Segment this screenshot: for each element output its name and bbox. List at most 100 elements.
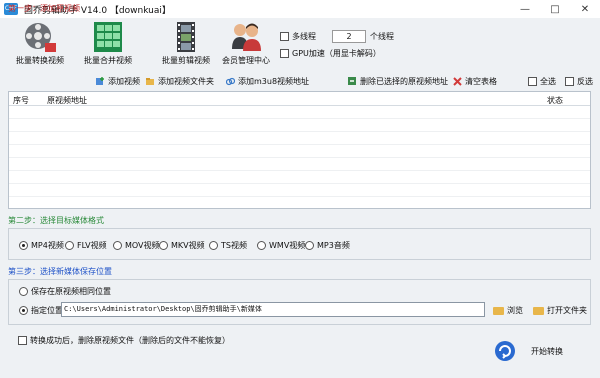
delete-after-label: 转换成功后，删除原视频文件（删除后的文件不能恢复）	[30, 336, 230, 345]
save-path-input[interactable]: C:\Users\Administrator\Desktop\固乔剪辑助手\新媒…	[61, 302, 485, 317]
col-status-header[interactable]: 状态	[547, 95, 563, 106]
minimize-button[interactable]: —	[510, 0, 540, 18]
table-row	[9, 133, 590, 145]
multithread-option[interactable]: 多线程 2 个线程	[280, 30, 394, 43]
format-mkv[interactable]: MKV视频	[159, 240, 205, 251]
format-label: MP3音频	[317, 241, 350, 250]
add-folder-icon	[146, 78, 154, 85]
step1-label: 第一步：添加原视频	[8, 4, 80, 13]
delete-after-option[interactable]: 转换成功后，删除原视频文件（删除后的文件不能恢复）	[18, 335, 230, 346]
table-row	[9, 185, 590, 197]
table-header: 序号 原视频地址 状态	[9, 92, 590, 106]
maximize-button[interactable]: □	[540, 0, 570, 18]
gpu-checkbox[interactable]	[280, 49, 289, 58]
custom-location-label: 指定位置	[31, 306, 63, 315]
grid-merge-icon	[94, 22, 122, 52]
radio-icon[interactable]	[113, 241, 122, 250]
format-label: WMV视频	[269, 241, 306, 250]
format-mp4[interactable]: MP4视频	[19, 240, 64, 251]
thread-count-spinner[interactable]: 2	[332, 30, 366, 43]
open-folder-button[interactable]: 打开文件夹	[533, 305, 587, 316]
film-strip-icon	[177, 22, 195, 52]
gpu-option[interactable]: GPU加速（用显卡解码）	[280, 48, 381, 59]
clear-x-icon	[453, 77, 462, 86]
format-selector: MP4视频 FLV视频 MOV视频 MKV视频 TS视频 WMV视频 MP3音频	[8, 228, 591, 260]
video-table[interactable]: 序号 原视频地址 状态	[8, 91, 591, 209]
radio-icon[interactable]	[209, 241, 218, 250]
thread-unit-label: 个线程	[370, 32, 394, 41]
gpu-label: GPU加速（用显卡解码）	[292, 49, 381, 58]
radio-icon[interactable]	[65, 241, 74, 250]
users-icon	[232, 23, 261, 51]
member-center-button[interactable]: 会员管理中心	[206, 18, 286, 70]
table-row	[9, 159, 590, 171]
add-video-label: 添加视频	[108, 77, 140, 86]
open-folder-label: 打开文件夹	[547, 306, 587, 315]
delete-grid-icon	[348, 77, 356, 85]
link-icon	[226, 77, 235, 86]
film-reel-icon	[25, 23, 56, 52]
browse-label: 浏览	[507, 306, 523, 315]
batch-merge-label: 批量合并视频	[84, 56, 132, 65]
add-folder-button[interactable]: 添加视频文件夹	[146, 76, 214, 87]
main-toolbar: 批量转换视频 批量合并视频 批量剪辑视频 会员管理中心 多线程 2 个线程 GP…	[0, 18, 600, 70]
format-wmv[interactable]: WMV视频	[257, 240, 305, 251]
format-label: MOV视频	[125, 241, 160, 250]
format-label: MP4视频	[31, 241, 64, 250]
refresh-icon	[495, 341, 515, 361]
table-row	[9, 107, 590, 119]
member-center-label: 会员管理中心	[222, 56, 270, 65]
col-index-header[interactable]: 序号	[13, 95, 29, 106]
format-flv[interactable]: FLV视频	[65, 240, 107, 251]
multithread-label: 多线程	[292, 32, 316, 41]
format-ts[interactable]: TS视频	[209, 240, 247, 251]
add-folder-label: 添加视频文件夹	[158, 77, 214, 86]
delete-selected-button[interactable]: 删除已选择的原视频地址	[348, 76, 448, 87]
batch-merge-button[interactable]: 批量合并视频	[68, 18, 148, 70]
table-row	[9, 146, 590, 158]
radio-icon[interactable]	[159, 241, 168, 250]
table-row	[9, 172, 590, 184]
custom-location-option[interactable]: 指定位置	[19, 305, 63, 316]
add-m3u8-button[interactable]: 添加m3u8视频地址	[226, 76, 309, 87]
clear-table-label: 清空表格	[465, 77, 497, 86]
add-video-button[interactable]: 添加视频	[96, 76, 140, 87]
format-label: FLV视频	[77, 241, 107, 250]
same-location-option[interactable]: 保存在原视频相同位置	[19, 286, 111, 297]
select-all-option[interactable]: 全选	[528, 76, 556, 87]
add-m3u8-label: 添加m3u8视频地址	[238, 77, 310, 86]
select-all-label: 全选	[540, 77, 556, 86]
add-video-icon	[96, 77, 104, 85]
close-button[interactable]: ✕	[570, 0, 600, 18]
radio-icon[interactable]	[257, 241, 266, 250]
table-row	[9, 120, 590, 132]
same-location-label: 保存在原视频相同位置	[31, 287, 111, 296]
step2-label: 第二步：选择目标媒体格式	[8, 216, 104, 225]
col-path-header[interactable]: 原视频地址	[47, 95, 87, 106]
folder-open-icon	[533, 306, 544, 315]
invert-selection-option[interactable]: 反选	[565, 76, 593, 87]
invert-label: 反选	[577, 77, 593, 86]
radio-icon[interactable]	[19, 287, 28, 296]
format-label: MKV视频	[171, 241, 205, 250]
delete-after-checkbox[interactable]	[18, 336, 27, 345]
radio-icon[interactable]	[19, 241, 28, 250]
radio-icon[interactable]	[19, 306, 28, 315]
clear-table-button[interactable]: 清空表格	[453, 76, 497, 87]
format-mov[interactable]: MOV视频	[113, 240, 160, 251]
start-convert-label: 开始转换	[531, 346, 563, 356]
browse-button[interactable]: 浏览	[493, 305, 523, 316]
invert-checkbox[interactable]	[565, 77, 574, 86]
window-controls: — □ ✕	[510, 0, 600, 18]
radio-icon[interactable]	[305, 241, 314, 250]
multithread-checkbox[interactable]	[280, 32, 289, 41]
delete-selected-label: 删除已选择的原视频地址	[360, 77, 448, 86]
format-label: TS视频	[221, 241, 247, 250]
title-bar: CNF 固乔剪辑助手 V14.0 【downkuai】 — □ ✕	[0, 0, 600, 18]
save-location-panel: 保存在原视频相同位置 指定位置 C:\Users\Administrator\D…	[8, 279, 591, 325]
format-mp3[interactable]: MP3音频	[305, 240, 350, 251]
step3-label: 第三步：选择新媒体保存位置	[8, 267, 112, 276]
select-all-checkbox[interactable]	[528, 77, 537, 86]
start-convert-button[interactable]: 开始转换	[494, 338, 584, 364]
folder-icon	[493, 306, 504, 315]
